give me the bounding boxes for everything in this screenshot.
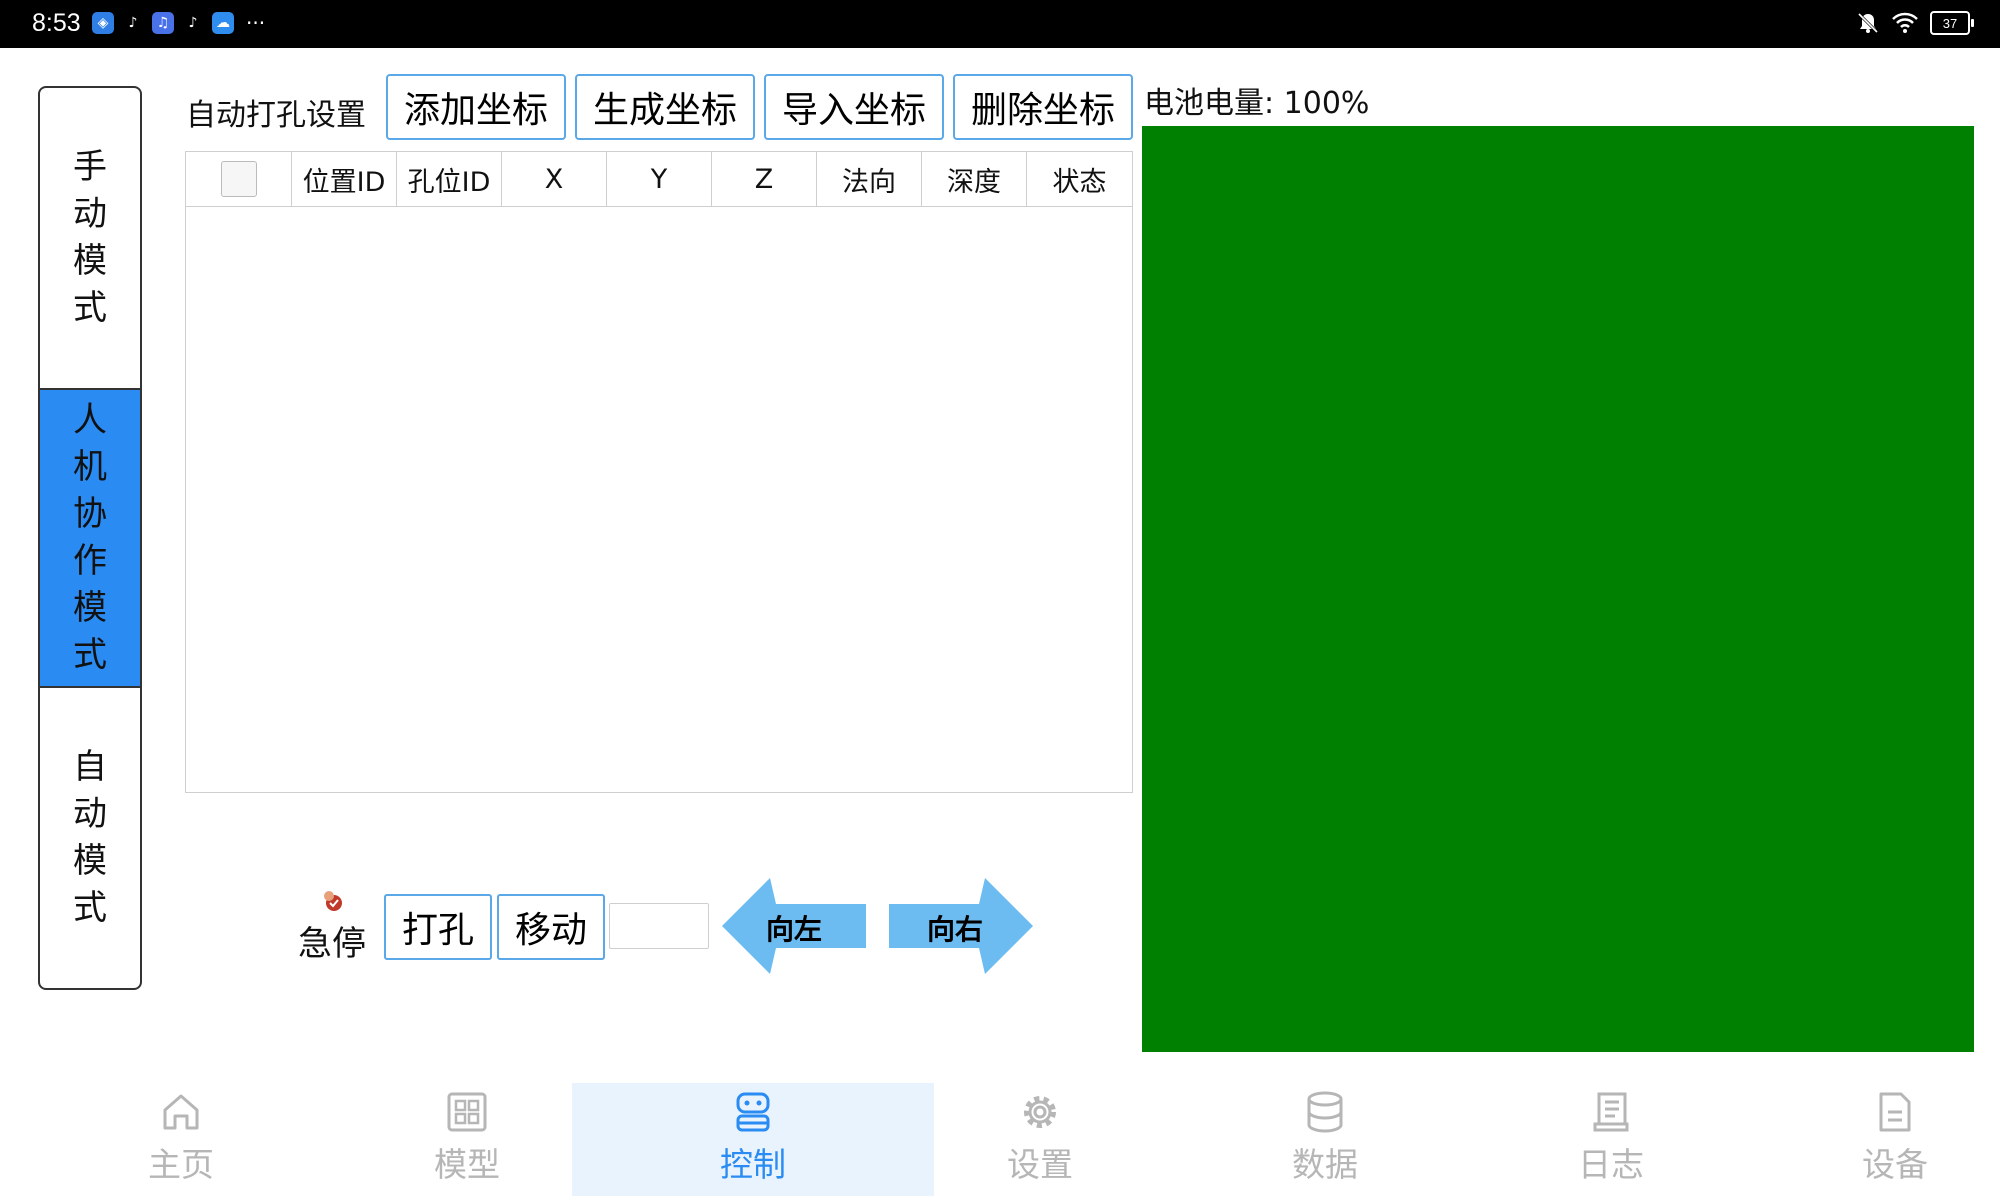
status-view-panel [1142, 126, 1974, 1052]
move-right-button[interactable]: 向右 [883, 876, 1035, 976]
emergency-stop-button[interactable]: 急停 [296, 888, 368, 965]
battery-icon: 37 [1930, 11, 1974, 35]
more-notifications-icon: ··· [246, 11, 266, 35]
column-header[interactable]: X [502, 152, 607, 206]
nav-model[interactable]: 模型 [324, 1083, 610, 1196]
move-right-label: 向右 [927, 913, 984, 946]
column-header[interactable]: Y [607, 152, 712, 206]
auto-drill-settings-title: 自动打孔设置 [186, 98, 366, 133]
nav-log-label: 日志 [1578, 1145, 1644, 1184]
system-icons: 37 [1856, 11, 1974, 35]
nav-data-label: 数据 [1292, 1145, 1358, 1184]
import-coordinate-button[interactable]: 导入坐标 [764, 74, 944, 140]
select-all-cell [186, 152, 292, 206]
emergency-stop-label: 急停 [298, 924, 366, 964]
nav-log[interactable]: 日志 [1468, 1083, 1754, 1196]
cloud-icon: ☁ [212, 12, 234, 34]
mode-collaborative[interactable]: 人机协作模式 [40, 388, 140, 688]
tiktok-icon: ♪ [128, 15, 138, 31]
nav-home[interactable]: 主页 [38, 1083, 324, 1196]
mode-manual-label: 手动模式 [72, 147, 107, 328]
gear-icon [1024, 1096, 1056, 1128]
home-icon [163, 1094, 199, 1130]
mode-selector: 手动模式 人机协作模式 自动模式 [38, 86, 142, 990]
bottom-nav: 主页 模型 控制 设置 数据 日志 设备 [0, 1080, 2000, 1200]
grid-icon [447, 1092, 487, 1132]
mode-auto[interactable]: 自动模式 [40, 688, 140, 988]
add-coordinate-button[interactable]: 添加坐标 [386, 74, 566, 140]
mode-manual[interactable]: 手动模式 [40, 88, 140, 388]
nav-settings-label: 设置 [1007, 1145, 1073, 1184]
status-time: 8:53 [32, 9, 81, 37]
coordinate-table: 位置ID 孔位ID X Y Z 法向 深度 状态 [185, 151, 1133, 793]
column-header[interactable]: 状态 [1027, 152, 1132, 206]
table-body [186, 207, 1132, 792]
battery-level: 37 [1942, 15, 1958, 31]
mode-collaborative-label: 人机协作模式 [72, 400, 107, 675]
column-header[interactable]: Z [712, 152, 817, 206]
table-header: 位置ID 孔位ID X Y Z 法向 深度 状态 [186, 152, 1132, 207]
wifi-icon [1892, 12, 1918, 33]
nav-model-label: 模型 [434, 1145, 500, 1184]
nav-control[interactable]: 控制 [572, 1083, 934, 1196]
column-header[interactable]: 深度 [922, 152, 1027, 206]
column-header[interactable]: 法向 [817, 152, 922, 206]
mute-bell-icon [1857, 12, 1879, 34]
move-button[interactable]: 移动 [497, 894, 605, 960]
app-notification-icon: ◈ [92, 12, 114, 34]
select-all-checkbox[interactable] [220, 161, 257, 197]
generate-coordinate-button[interactable]: 生成坐标 [575, 74, 755, 140]
nav-device[interactable]: 设备 [1752, 1083, 2000, 1196]
music-app-icon: ♫ [152, 12, 174, 34]
document-icon [1879, 1092, 1911, 1132]
emergency-stop-icon [319, 888, 345, 914]
log-icon [1593, 1092, 1629, 1132]
nav-device-label: 设备 [1862, 1145, 1928, 1184]
robot-icon [736, 1092, 770, 1132]
nav-data[interactable]: 数据 [1182, 1083, 1468, 1196]
move-distance-input[interactable] [609, 903, 709, 949]
move-left-button[interactable]: 向左 [720, 876, 872, 976]
mode-auto-label: 自动模式 [72, 747, 107, 928]
column-header[interactable]: 孔位ID [397, 152, 502, 206]
nav-control-label: 控制 [720, 1145, 786, 1184]
drill-button[interactable]: 打孔 [384, 894, 492, 960]
notification-icons: ◈ ♪ ♫ ♪ ☁ ··· [92, 12, 265, 34]
database-icon [1307, 1091, 1343, 1133]
battery-level-label: 电池电量: 100% [1144, 86, 1370, 121]
tiktok-icon: ♪ [188, 15, 198, 31]
move-left-label: 向左 [766, 913, 823, 946]
status-bar: 8:53 ◈ ♪ ♫ ♪ ☁ ··· 37 [0, 0, 2000, 48]
column-header[interactable]: 位置ID [292, 152, 397, 206]
nav-home-label: 主页 [148, 1145, 214, 1184]
nav-settings[interactable]: 设置 [897, 1083, 1183, 1196]
delete-coordinate-button[interactable]: 删除坐标 [953, 74, 1133, 140]
